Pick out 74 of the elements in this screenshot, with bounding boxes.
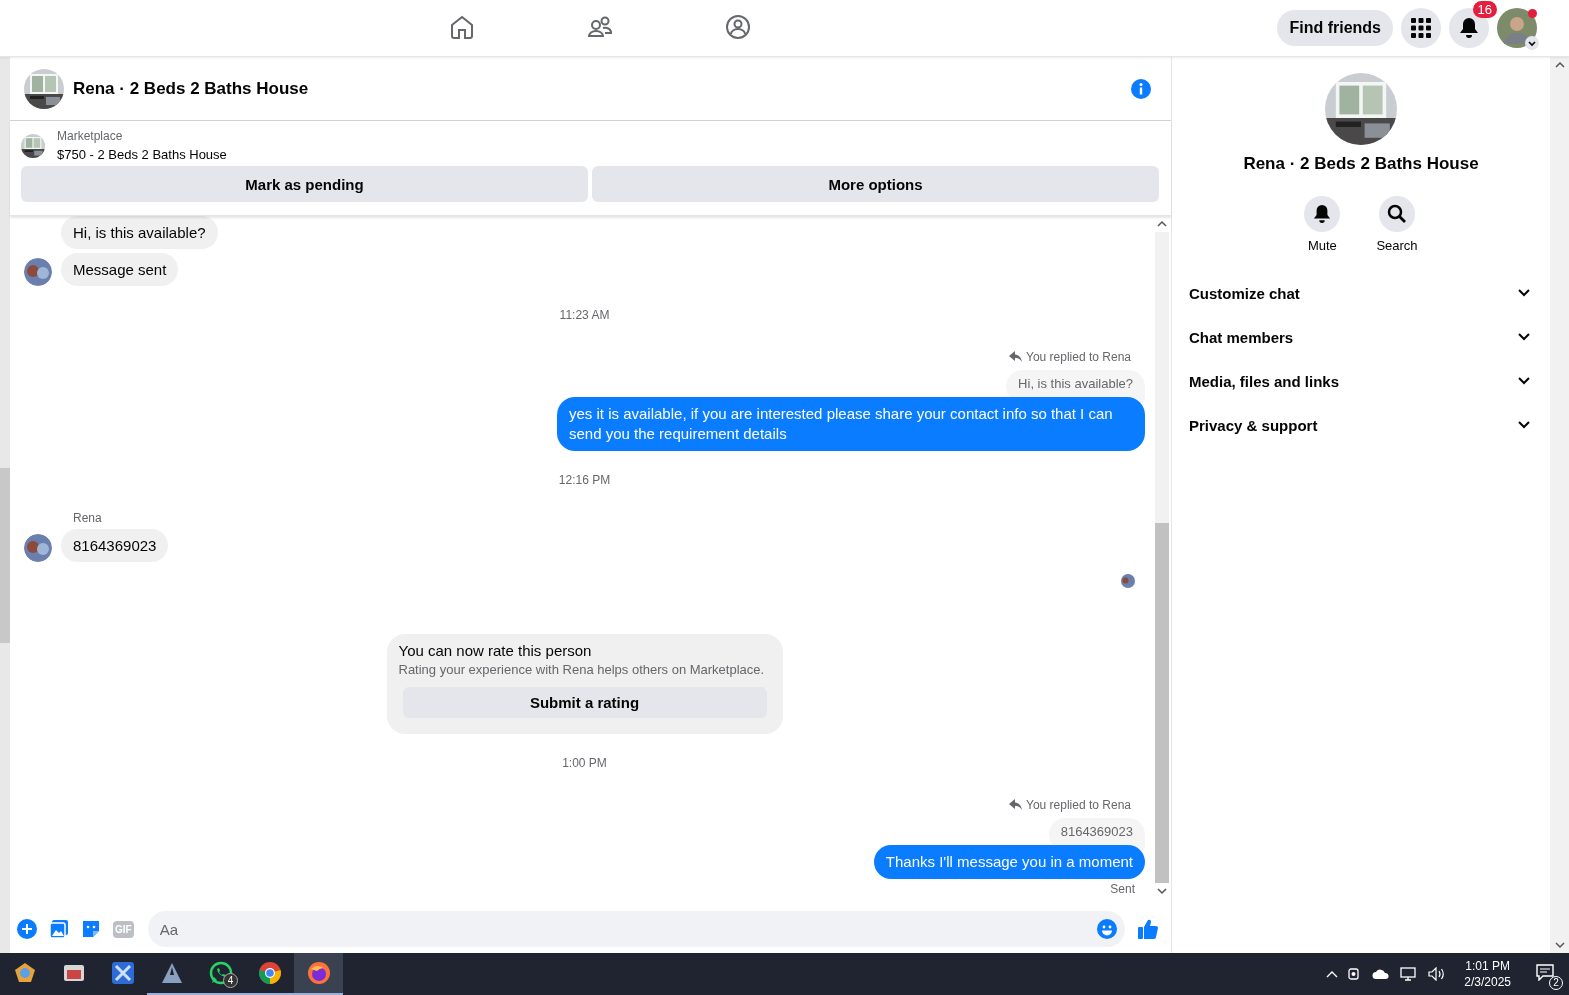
status-dot bbox=[1528, 9, 1537, 18]
search-icon bbox=[1387, 204, 1407, 224]
reply-label: You replied to Rena bbox=[1026, 350, 1131, 364]
listing-title[interactable]: $750 - 2 Beds 2 Baths House bbox=[57, 147, 227, 162]
chat-title[interactable]: Rena · 2 Beds 2 Baths House bbox=[73, 78, 1131, 99]
find-friends-button[interactable]: Find friends bbox=[1277, 10, 1393, 46]
listing-source: Marketplace bbox=[57, 129, 124, 143]
notification-count: 2 bbox=[1549, 976, 1563, 990]
submit-rating-button[interactable]: Submit a rating bbox=[402, 687, 767, 718]
cloud-icon[interactable] bbox=[1372, 968, 1391, 980]
image-icon[interactable] bbox=[49, 919, 69, 939]
scrollbar[interactable] bbox=[1550, 57, 1569, 953]
timestamp: 1:00 PM bbox=[562, 756, 607, 770]
mute-button[interactable] bbox=[1304, 196, 1341, 232]
message-bubble[interactable]: Thanks I'll message you in a moment bbox=[873, 845, 1145, 879]
app-badge: 4 bbox=[223, 973, 238, 988]
scroll-down-icon[interactable] bbox=[1554, 941, 1565, 949]
sender-name: Rena bbox=[73, 511, 103, 525]
listing-action-button[interactable]: Mark as pending bbox=[21, 166, 588, 202]
grid-icon bbox=[1411, 18, 1431, 38]
card-text: Rating your experience with Rena helps others on Marketplace. bbox=[398, 662, 766, 677]
bell-icon bbox=[1459, 17, 1479, 39]
bell-icon bbox=[1313, 204, 1332, 224]
cross-app-icon bbox=[110, 961, 135, 985]
reply-label: You replied to Rena bbox=[1026, 798, 1131, 812]
action-label: Search bbox=[1376, 238, 1418, 253]
people-circle-icon bbox=[725, 13, 751, 40]
thumbs-up-icon[interactable] bbox=[1137, 918, 1159, 940]
taskbar-app[interactable]: 4 bbox=[196, 953, 245, 995]
reply-icon bbox=[1009, 351, 1022, 363]
clock-date[interactable]: 2/3/2025 bbox=[1464, 975, 1511, 989]
plus-icon[interactable] bbox=[17, 919, 37, 939]
menu-button[interactable] bbox=[1401, 8, 1441, 48]
browser-icon bbox=[257, 961, 282, 985]
notification-badge: 16 bbox=[1472, 1, 1497, 18]
network-icon[interactable] bbox=[1400, 967, 1419, 981]
chat-phone-icon bbox=[208, 961, 233, 985]
scroll-up-icon[interactable] bbox=[1554, 61, 1565, 69]
search-button[interactable] bbox=[1379, 196, 1415, 232]
listing-action-button[interactable]: More options bbox=[592, 166, 1159, 202]
scroll-down-icon[interactable] bbox=[1157, 887, 1167, 895]
message-bubble[interactable]: Message sent bbox=[61, 253, 179, 286]
avatar[interactable] bbox=[24, 258, 52, 286]
volume-icon[interactable] bbox=[1428, 967, 1447, 981]
timestamp: 12:16 PM bbox=[558, 473, 611, 487]
emoji-icon[interactable] bbox=[1097, 919, 1117, 939]
message-field[interactable]: Aa bbox=[147, 911, 1125, 947]
reply-icon bbox=[1009, 799, 1022, 811]
timestamp: 11:23 AM bbox=[559, 308, 610, 322]
scrollbar[interactable] bbox=[0, 57, 10, 953]
chevron-up-icon[interactable] bbox=[1326, 970, 1339, 978]
browser-icon bbox=[306, 961, 331, 985]
message-bubble[interactable]: Hi, is this available? bbox=[61, 216, 218, 249]
triangle-app-icon bbox=[159, 961, 184, 985]
home-icon bbox=[449, 13, 475, 40]
conversation-title: Rena · 2 Beds 2 Baths House bbox=[1243, 154, 1479, 174]
info-icon[interactable] bbox=[1131, 78, 1151, 99]
sticker-icon[interactable] bbox=[81, 919, 101, 939]
caret-icon[interactable] bbox=[1525, 36, 1539, 50]
scroll-up-icon[interactable] bbox=[1157, 220, 1167, 228]
section-header[interactable]: Privacy & support bbox=[1180, 403, 1542, 447]
message-bubble[interactable]: 8164369023 bbox=[61, 529, 169, 562]
section-header[interactable]: Media, files and links bbox=[1180, 359, 1542, 403]
pentagon-app-icon bbox=[12, 961, 37, 985]
message-status: Sent bbox=[1110, 882, 1135, 896]
section-header[interactable]: Chat members bbox=[1180, 315, 1542, 359]
section-header[interactable]: Customize chat bbox=[1180, 271, 1542, 315]
avatar[interactable] bbox=[24, 534, 52, 562]
message-bubble[interactable]: yes it is available, if you are interested please share your contact info so that I can send you the requirement details bbox=[557, 397, 1145, 451]
action-label: Mute bbox=[1307, 238, 1337, 253]
seen-avatar bbox=[1121, 574, 1135, 588]
card-title: You can now rate this person bbox=[398, 642, 593, 659]
clock-time[interactable]: 1:01 PM bbox=[1465, 959, 1510, 973]
notification-center-icon[interactable] bbox=[1535, 963, 1555, 981]
